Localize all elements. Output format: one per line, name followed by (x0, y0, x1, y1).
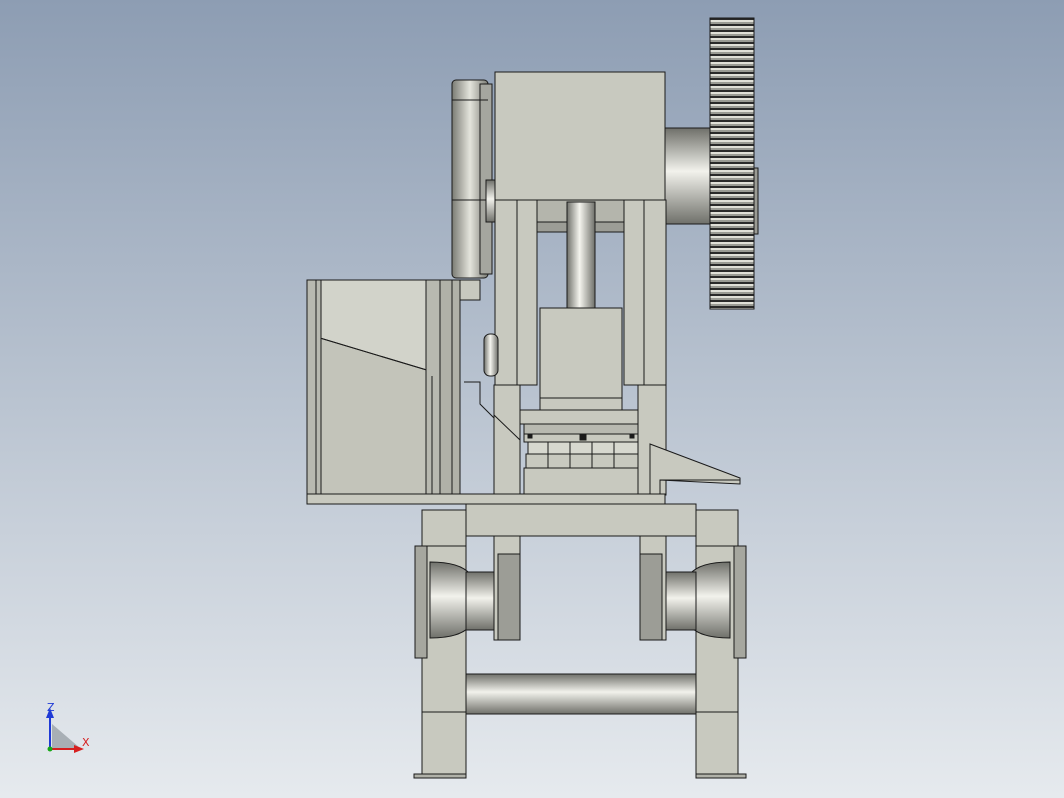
guard-hinge (483, 333, 499, 377)
flywheel (451, 79, 493, 279)
crown-housing (494, 71, 666, 201)
slide-block (539, 307, 623, 411)
cad-viewport[interactable]: Z X (0, 0, 1064, 798)
gear-shaft (663, 127, 715, 225)
connecting-rod (566, 201, 596, 309)
leg-right (695, 509, 747, 779)
die-set (519, 409, 639, 495)
drive-gear (709, 17, 755, 310)
tie-bar (465, 673, 697, 715)
bearing-left (429, 561, 471, 639)
base-deck (306, 493, 666, 505)
y-axis-dot (47, 746, 53, 752)
axle-right (663, 571, 697, 631)
guard-enclosure (306, 279, 481, 497)
leg-left (413, 509, 467, 779)
bolster (465, 503, 697, 537)
z-label: Z (47, 701, 55, 714)
axle-left (465, 571, 499, 631)
x-label: X (82, 736, 90, 749)
